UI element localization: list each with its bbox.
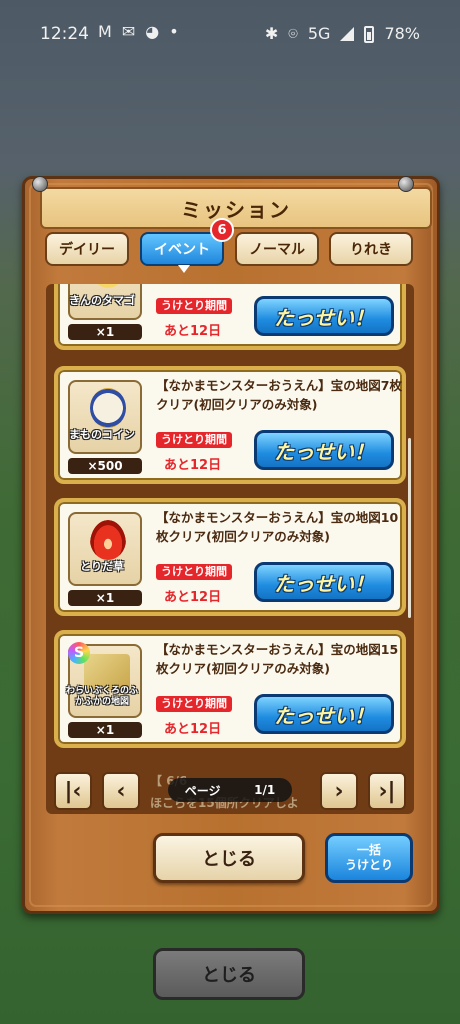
app-icon: ◕ (145, 22, 160, 41)
item-quantity: ×1 (68, 324, 142, 340)
pager: 【 6/6 ほこらを15個所クリアしよ |‹ ‹ ページ 1/1 › ›| (50, 768, 410, 814)
system-icons: ✱ ⌾ 5G 78% (265, 24, 420, 44)
status-time: 12:24 (40, 24, 89, 44)
signal-icon (340, 27, 355, 41)
remaining-days: あと12日 (164, 722, 222, 737)
mission-description: 【なかまモンスターおうえん】宝の地図7枚クリア(初回クリアのみ対象) (156, 378, 402, 412)
tab-normal[interactable]: ノーマル (235, 232, 319, 266)
last-page-button[interactable]: ›| (368, 772, 406, 810)
fire-herb-icon (90, 520, 126, 560)
achieve-button[interactable]: たっせい！ (254, 562, 394, 602)
dot-icon: • (169, 22, 179, 41)
achieve-button[interactable]: たっせい！ (254, 430, 394, 470)
mail-icon: ✉ (121, 22, 136, 41)
network-label: 5G (307, 24, 331, 43)
item-quantity: ×500 (68, 458, 142, 474)
page-indicator: ページ 1/1 (168, 778, 292, 802)
mission-list[interactable]: きんのタマゴ ×1 うけとり期間 あと12日 たっせい！ まものコイン ×500… (46, 284, 414, 814)
outer-close-button[interactable]: とじる (153, 948, 305, 1000)
first-page-button[interactable]: |‹ (54, 772, 92, 810)
item-name: きんのタマゴ (69, 294, 135, 307)
claim-period-label: うけとり期間 (156, 696, 232, 712)
achieve-button[interactable]: たっせい！ (254, 694, 394, 734)
pin-icon (398, 176, 414, 192)
item-quantity: ×1 (68, 590, 142, 606)
prev-page-button[interactable]: ‹ (102, 772, 140, 810)
item-quantity: ×1 (68, 722, 142, 738)
achieve-button[interactable]: たっせい！ (254, 296, 394, 336)
close-button[interactable]: とじる (153, 833, 305, 883)
notification-icons: M ✉ ◕ • (98, 22, 179, 42)
bulk-label-line2: うけとり (344, 858, 393, 872)
mission-card: まものコイン ×500 【なかまモンスターおうえん】宝の地図7枚クリア(初回クリ… (54, 366, 406, 484)
mission-card: とりだ草 ×1 【なかまモンスターおうえん】宝の地図10枚クリア(初回クリアのみ… (54, 498, 406, 616)
mission-tabs: デイリー イベント 6 ノーマル りれき (45, 218, 415, 273)
pin-icon (32, 176, 48, 192)
mission-card: S わらいぶくろのふかふかの地図 ×1 【なかまモンスターおうえん】宝の地図15… (54, 630, 406, 748)
mission-description: 【なかまモンスターおうえん】宝の地図15枚クリア(初回クリアのみ対象) (156, 642, 399, 676)
mission-description: 【なかまモンスターおうえん】宝の地図10枚クリア(初回クリアのみ対象) (156, 510, 399, 544)
event-count-badge: 6 (210, 218, 234, 242)
tab-history[interactable]: りれき (329, 232, 413, 266)
special-rank-icon: S (68, 642, 90, 664)
remaining-days: あと12日 (164, 458, 222, 473)
bulk-label-line1: 一括 (356, 843, 381, 857)
bluetooth-icon: ✱ (264, 24, 279, 43)
claim-period-label: うけとり期間 (156, 298, 232, 314)
bulk-claim-button[interactable]: 一括 うけとり (325, 833, 413, 883)
claim-period-label: うけとり期間 (156, 432, 232, 448)
location-icon: ⌾ (288, 24, 298, 43)
item-name: わらいぶくろのふかふかの地図 (65, 686, 138, 707)
remaining-days: あと12日 (164, 324, 222, 339)
tab-daily[interactable]: デイリー (45, 232, 129, 266)
mission-card: きんのタマゴ ×1 うけとり期間 あと12日 たっせい！ (54, 284, 406, 350)
status-bar: 12:24 M ✉ ◕ • ✱ ⌾ 5G 78% (0, 0, 460, 68)
list-scrollbar[interactable] (408, 438, 411, 618)
gmail-icon: M (98, 22, 112, 41)
remaining-days: あと12日 (164, 590, 222, 605)
treasure-map-icon (84, 654, 130, 690)
page-value: 1/1 (254, 783, 276, 797)
battery-percent: 78% (384, 24, 420, 43)
item-name: とりだ草 (80, 560, 124, 573)
item-box (68, 380, 142, 454)
dialog-title: ミッション (40, 187, 432, 229)
item-box (68, 512, 142, 586)
claim-period-label: うけとり期間 (156, 564, 232, 580)
monster-coin-icon (90, 388, 126, 428)
page-label: ページ (184, 783, 221, 798)
battery-icon (364, 25, 375, 43)
next-page-button[interactable]: › (320, 772, 358, 810)
item-name: まものコイン (69, 428, 135, 441)
